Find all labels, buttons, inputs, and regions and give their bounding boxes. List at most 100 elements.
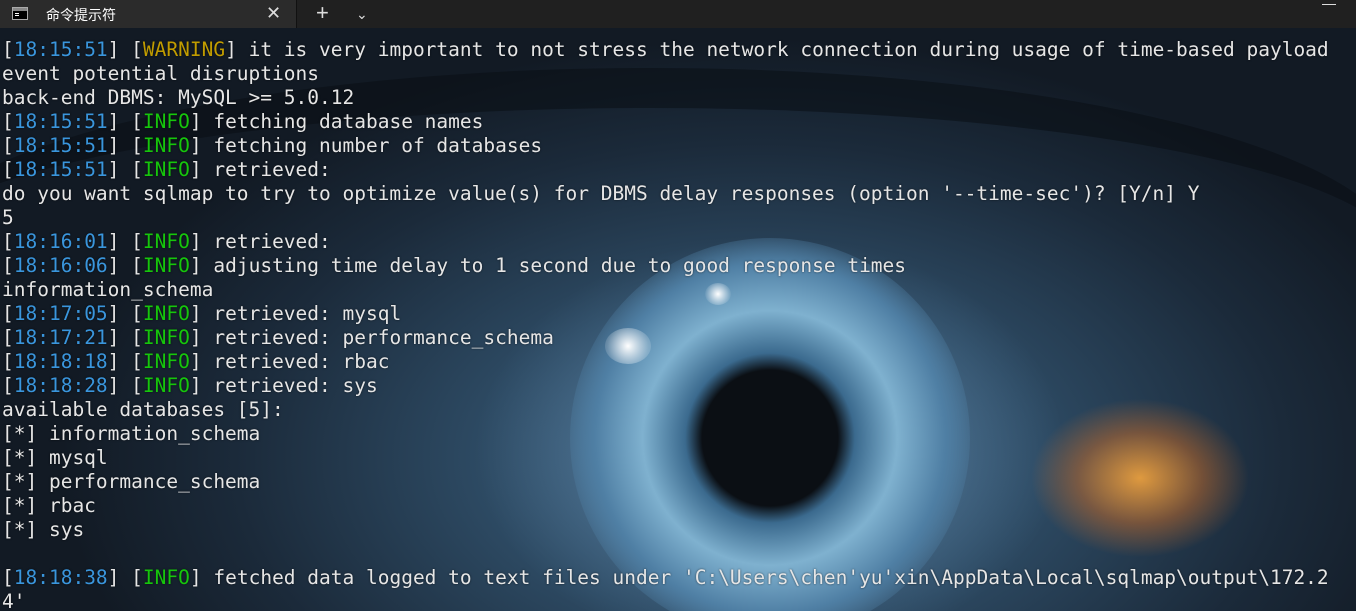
log-level-info: INFO <box>142 134 190 157</box>
bracket-open: [ <box>2 374 14 397</box>
console-line-text: [*] performance_schema <box>2 470 261 493</box>
bracket-close: ] <box>107 566 132 589</box>
console-line: [18:18:28] [INFO] retrieved: sys <box>2 374 1356 398</box>
bracket-open: [ <box>131 350 143 373</box>
bracket-close: ] <box>189 134 202 157</box>
console-output[interactable]: [18:15:51] [WARNING] it is very importan… <box>2 38 1356 611</box>
console-line: [18:15:51] [INFO] fetching number of dat… <box>2 134 1356 158</box>
console-line: [*] information_schema <box>2 422 1356 446</box>
console-line: [18:18:38] [INFO] fetched data logged to… <box>2 566 1356 590</box>
bracket-close: ] <box>107 302 132 325</box>
bracket-open: [ <box>2 158 14 181</box>
log-level-warning: WARNING <box>142 38 226 61</box>
log-level-info: INFO <box>142 254 190 277</box>
console-line: 5 <box>2 206 1356 230</box>
bracket-close: ] <box>107 158 132 181</box>
log-level-info: INFO <box>142 566 190 589</box>
log-timestamp: 18:16:01 <box>13 230 108 253</box>
console-line: [*] mysql <box>2 446 1356 470</box>
terminal-icon <box>12 7 28 20</box>
log-message: fetching number of databases <box>201 134 543 157</box>
console-line-text: do you want sqlmap to try to optimize va… <box>2 182 1200 205</box>
console-line-text: [*] information_schema <box>2 422 261 445</box>
console-line: [18:18:18] [INFO] retrieved: rbac <box>2 350 1356 374</box>
log-level-info: INFO <box>142 302 190 325</box>
log-timestamp: 18:15:51 <box>13 38 108 61</box>
bracket-open: [ <box>2 254 14 277</box>
bracket-close: ] <box>189 110 202 133</box>
bracket-close: ] <box>189 158 202 181</box>
console-line: [18:17:05] [INFO] retrieved: mysql <box>2 302 1356 326</box>
log-timestamp: 18:17:05 <box>13 302 108 325</box>
bracket-open: [ <box>2 230 14 253</box>
minimize-button[interactable] <box>1322 4 1336 5</box>
log-message: retrieved: <box>201 158 331 181</box>
console-line: 4' <box>2 590 1356 611</box>
bracket-open: [ <box>2 38 14 61</box>
console-line: [18:17:21] [INFO] retrieved: performance… <box>2 326 1356 350</box>
console-line: [18:15:51] [WARNING] it is very importan… <box>2 38 1356 62</box>
bracket-open: [ <box>2 326 14 349</box>
tab-command-prompt[interactable]: 命令提示符 ✕ <box>0 0 297 28</box>
console-line: available databases [5]: <box>2 398 1356 422</box>
bracket-close: ] <box>107 254 132 277</box>
log-level-info: INFO <box>142 230 190 253</box>
bracket-close: ] <box>189 302 202 325</box>
log-timestamp: 18:15:51 <box>13 134 108 157</box>
log-message: fetching database names <box>201 110 484 133</box>
log-message: fetched data logged to text files under … <box>201 566 1329 589</box>
log-message: retrieved: sys <box>201 374 378 397</box>
console-line: information_schema <box>2 278 1356 302</box>
bracket-open: [ <box>131 134 143 157</box>
log-message: it is very important to not stress the n… <box>236 38 1329 61</box>
console-line: [18:15:51] [INFO] fetching database name… <box>2 110 1356 134</box>
bracket-open: [ <box>131 110 143 133</box>
console-line: back-end DBMS: MySQL >= 5.0.12 <box>2 86 1356 110</box>
log-timestamp: 18:18:18 <box>13 350 108 373</box>
console-line: [*] sys <box>2 518 1356 542</box>
bracket-close: ] <box>189 230 202 253</box>
log-level-info: INFO <box>142 110 190 133</box>
log-level-info: INFO <box>142 326 190 349</box>
bracket-open: [ <box>131 158 143 181</box>
close-icon[interactable]: ✕ <box>266 2 281 24</box>
console-line: event potential disruptions <box>2 62 1356 86</box>
log-timestamp: 18:18:28 <box>13 374 108 397</box>
bracket-open: [ <box>131 326 143 349</box>
console-line: [*] performance_schema <box>2 470 1356 494</box>
new-tab-button[interactable]: + <box>316 0 329 26</box>
console-line-text: information_schema <box>2 278 214 301</box>
log-timestamp: 18:15:51 <box>13 158 108 181</box>
chevron-down-icon[interactable]: ⌄ <box>356 0 368 28</box>
log-level-info: INFO <box>142 158 190 181</box>
console-line: [18:16:01] [INFO] retrieved: <box>2 230 1356 254</box>
bracket-open: [ <box>131 254 143 277</box>
console-line-text: event potential disruptions <box>2 62 319 85</box>
bracket-close: ] <box>107 134 132 157</box>
console-line-text: [*] mysql <box>2 446 108 469</box>
console-line: [*] rbac <box>2 494 1356 518</box>
console-line: [18:16:06] [INFO] adjusting time delay t… <box>2 254 1356 278</box>
bracket-open: [ <box>131 38 143 61</box>
console-line-text: [*] rbac <box>2 494 96 517</box>
log-message: retrieved: performance_schema <box>201 326 554 349</box>
bracket-open: [ <box>2 350 14 373</box>
bracket-close: ] <box>107 110 132 133</box>
bracket-open: [ <box>131 302 143 325</box>
bracket-close: ] <box>189 566 202 589</box>
console-line-text: back-end DBMS: MySQL >= 5.0.12 <box>2 86 355 109</box>
bracket-close: ] <box>225 38 237 61</box>
console-line-text: available databases [5]: <box>2 398 284 421</box>
bracket-open: [ <box>131 374 143 397</box>
console-line: [18:15:51] [INFO] retrieved: <box>2 158 1356 182</box>
console-line-text: [*] sys <box>2 518 85 541</box>
log-message: retrieved: <box>201 230 331 253</box>
console-line: do you want sqlmap to try to optimize va… <box>2 182 1356 206</box>
bracket-close: ] <box>107 374 132 397</box>
bracket-close: ] <box>189 254 202 277</box>
log-timestamp: 18:15:51 <box>13 110 108 133</box>
bracket-open: [ <box>131 230 143 253</box>
bracket-close: ] <box>189 326 202 349</box>
console-line-text: 5 <box>2 206 14 229</box>
tab-title: 命令提示符 <box>46 7 116 23</box>
